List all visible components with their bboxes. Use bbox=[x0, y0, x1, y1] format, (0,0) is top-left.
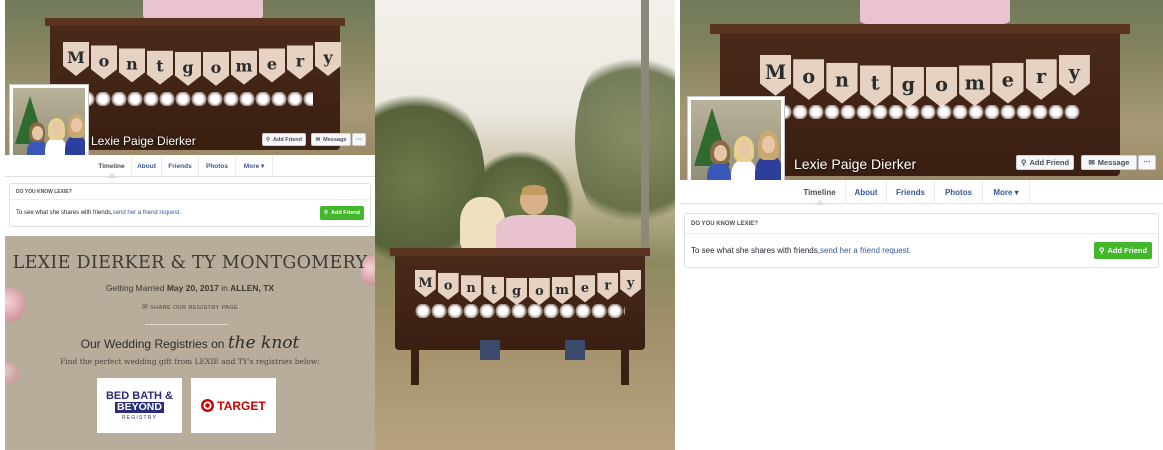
banner-flag: o bbox=[437, 272, 459, 300]
tab-timeline[interactable]: Timeline bbox=[794, 180, 846, 205]
add-friend-button[interactable]: ⚲ Add Friend bbox=[1016, 155, 1074, 170]
banner-flag: r bbox=[287, 45, 313, 80]
banner-flag: M bbox=[760, 55, 792, 96]
engagement-photo: Montgomery bbox=[375, 0, 675, 450]
add-friend-icon: ⚲ bbox=[323, 210, 328, 216]
add-friend-button[interactable]: ⚲ Add Friend bbox=[262, 133, 306, 146]
friend-request-link[interactable]: send her a friend request. bbox=[113, 210, 181, 216]
tab-friends[interactable]: Friends bbox=[887, 180, 935, 204]
tab-more[interactable]: More ▾ bbox=[236, 155, 273, 177]
know-header: DO YOU KNOW LEXIE? bbox=[10, 184, 370, 200]
couple-shirts bbox=[860, 0, 1010, 25]
registry-page: LEXIE DIERKER & TY MONTGOMERY Getting Ma… bbox=[5, 236, 375, 450]
montgomery-banner: Montgomery bbox=[760, 55, 1090, 108]
banner-flag: y bbox=[620, 270, 641, 298]
tab-photos[interactable]: Photos bbox=[199, 155, 236, 177]
more-options-button[interactable]: ··· bbox=[1138, 155, 1156, 170]
profile-nav: Timeline About Friends Photos More ▾ bbox=[680, 180, 1163, 205]
message-button[interactable]: ✉ Message bbox=[1081, 155, 1137, 170]
tree-trunk bbox=[641, 0, 649, 260]
find-gift-text: Find the perfect wedding gift from LEXIE… bbox=[60, 357, 320, 366]
tab-about[interactable]: About bbox=[132, 155, 162, 177]
share-registry-link[interactable]: ✉ SHARE OUR REGISTRY PAGE bbox=[5, 303, 375, 311]
the-knot-logo: the knot bbox=[227, 333, 300, 353]
know-header: DO YOU KNOW LEXIE? bbox=[685, 214, 1158, 234]
banner-flag: y bbox=[315, 42, 341, 76]
couple-shirts bbox=[143, 0, 263, 20]
facebook-profile-large: Montgomery Lexie Paige Dierker ⚲ Add Fri… bbox=[680, 0, 1163, 270]
tab-more[interactable]: More ▾ bbox=[983, 180, 1030, 204]
registry-couple-names: LEXIE DIERKER & TY MONTGOMERY bbox=[12, 253, 368, 273]
banner-flag: y bbox=[1058, 55, 1090, 96]
message-icon: ✉ bbox=[1088, 158, 1095, 167]
banner-flag: M bbox=[63, 42, 89, 76]
tab-friends[interactable]: Friends bbox=[162, 155, 199, 177]
mail-icon: ✉ bbox=[142, 304, 149, 311]
tab-timeline[interactable]: Timeline bbox=[92, 155, 132, 178]
bench bbox=[50, 20, 340, 150]
facebook-profile-small: Montgomery Lexie Paige Dierker ⚲ Add Fri… bbox=[5, 0, 375, 232]
target-bullseye-icon bbox=[201, 399, 215, 412]
message-button[interactable]: ✉ Message bbox=[311, 133, 351, 146]
add-friend-green-button[interactable]: ⚲ Add Friend bbox=[320, 206, 364, 220]
montgomery-banner: Montgomery bbox=[415, 270, 641, 306]
more-options-button[interactable]: ··· bbox=[352, 133, 366, 146]
divider bbox=[145, 324, 229, 325]
banner-flag: r bbox=[597, 272, 619, 300]
add-friend-icon: ⚲ bbox=[265, 136, 270, 143]
montgomery-banner: Montgomery bbox=[63, 42, 341, 86]
add-friend-green-button[interactable]: ⚲ Add Friend bbox=[1094, 242, 1152, 259]
registries-heading: Our Wedding Registries on the knot bbox=[80, 333, 300, 353]
screenshot-collage: Montgomery Lexie Paige Dierker ⚲ Add Fri… bbox=[0, 0, 1163, 450]
wedding-date-line: Getting Married May 20, 2017 in ALLEN, T… bbox=[105, 283, 275, 293]
profile-name[interactable]: Lexie Paige Dierker bbox=[91, 134, 196, 148]
friend-request-link[interactable]: send her a friend request. bbox=[820, 246, 911, 255]
banner-flag: M bbox=[415, 270, 436, 298]
banner-flag: o bbox=[91, 45, 117, 80]
banner-flag: o bbox=[793, 59, 825, 100]
know-body: To see what she shares with friends, sen… bbox=[10, 200, 370, 226]
bed-bath-beyond-registry[interactable]: BED BATH & BEYOND REGISTRY bbox=[97, 378, 182, 433]
tab-photos[interactable]: Photos bbox=[935, 180, 983, 204]
banner-flag: r bbox=[1025, 59, 1057, 100]
tab-about[interactable]: About bbox=[846, 180, 887, 204]
profile-name[interactable]: Lexie Paige Dierker bbox=[794, 156, 916, 172]
add-friend-icon: ⚲ bbox=[1098, 246, 1105, 255]
know-body: To see what she shares with friends, sen… bbox=[685, 234, 1158, 267]
message-icon: ✉ bbox=[315, 136, 321, 143]
target-registry[interactable]: TARGET bbox=[191, 378, 276, 433]
add-friend-icon: ⚲ bbox=[1020, 158, 1027, 167]
do-you-know-box: DO YOU KNOW LEXIE? To see what she share… bbox=[684, 213, 1159, 268]
do-you-know-box: DO YOU KNOW LEXIE? To see what she share… bbox=[9, 183, 371, 227]
profile-nav: Timeline About Friends Photos More ▾ bbox=[5, 155, 375, 178]
